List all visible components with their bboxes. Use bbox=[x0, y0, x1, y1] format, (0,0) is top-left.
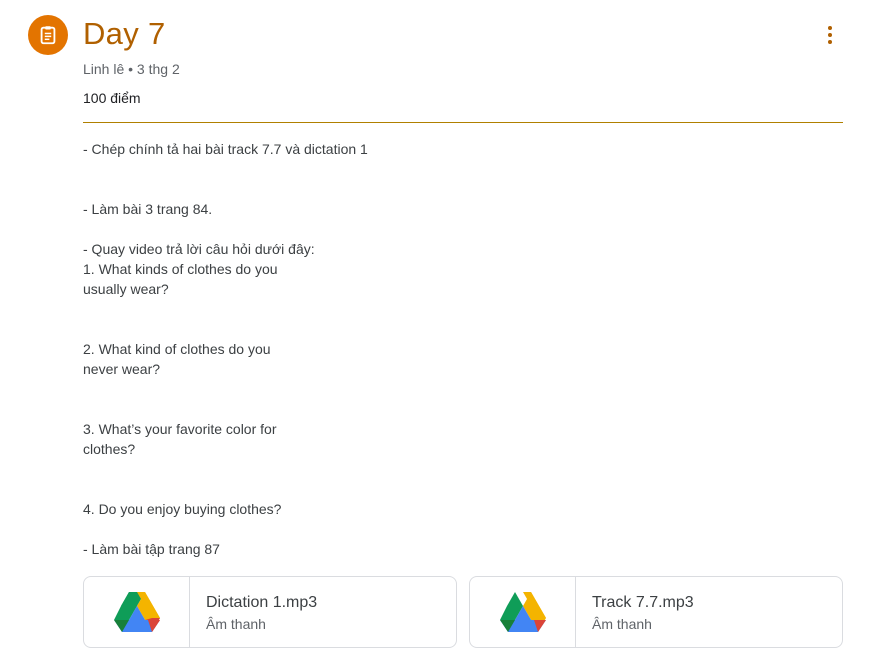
instruction-line: 3. What’s your favorite color for bbox=[83, 421, 277, 437]
instruction-line: 1. What kinds of clothes do you bbox=[83, 261, 278, 277]
more-vert-icon-dot bbox=[828, 33, 832, 37]
more-options-button[interactable] bbox=[818, 22, 842, 48]
attachment-track[interactable]: Track 7.7.mp3 Âm thanh bbox=[469, 576, 843, 648]
more-vert-icon bbox=[828, 26, 832, 30]
instruction-line: usually wear? bbox=[83, 281, 169, 297]
instruction-line bbox=[83, 179, 683, 199]
attachment-thumbnail bbox=[470, 577, 576, 647]
instruction-line bbox=[83, 219, 683, 239]
instruction-line: 2. What kind of clothes do you bbox=[83, 341, 271, 357]
instruction-line bbox=[83, 299, 683, 319]
assignment-meta: Linh lê • 3 thg 2 bbox=[83, 61, 180, 77]
assignment-instructions: - Chép chính tả hai bài track 7.7 và dic… bbox=[83, 139, 683, 559]
instruction-line bbox=[83, 459, 683, 479]
instruction-line: - Quay video trả lời câu hỏi dưới đây: bbox=[83, 241, 315, 257]
instruction-line bbox=[83, 519, 683, 539]
assignment-page: Day 7 Linh lê • 3 thg 2 100 điểm - Chép … bbox=[0, 0, 872, 662]
google-drive-icon bbox=[499, 592, 546, 632]
attachment-name: Track 7.7.mp3 bbox=[592, 594, 694, 611]
attachment-type: Âm thanh bbox=[592, 616, 652, 632]
instruction-line: - Làm bài tập trang 87 bbox=[83, 541, 220, 557]
instruction-line bbox=[83, 479, 683, 499]
assignment-title: Day 7 bbox=[83, 16, 166, 51]
instruction-line bbox=[83, 159, 683, 179]
more-vert-icon-dot bbox=[828, 40, 832, 44]
instruction-line bbox=[83, 379, 683, 399]
header-divider bbox=[83, 122, 843, 123]
assignment-points: 100 điểm bbox=[83, 90, 141, 106]
instruction-line bbox=[83, 399, 683, 419]
instruction-line: clothes? bbox=[83, 441, 136, 457]
attachment-dictation[interactable]: Dictation 1.mp3 Âm thanh bbox=[83, 576, 457, 648]
instruction-line: 4. Do you enjoy buying clothes? bbox=[83, 501, 282, 517]
attachment-name: Dictation 1.mp3 bbox=[206, 594, 318, 611]
assignment-icon bbox=[28, 15, 68, 55]
google-drive-icon bbox=[113, 592, 160, 632]
attachment-info: Dictation 1.mp3 Âm thanh bbox=[190, 577, 317, 647]
instruction-line: - Làm bài 3 trang 84. bbox=[83, 201, 213, 217]
attachment-info: Track 7.7.mp3 Âm thanh bbox=[576, 577, 694, 647]
instruction-line: never wear? bbox=[83, 361, 161, 377]
attachment-type: Âm thanh bbox=[206, 616, 266, 632]
instruction-line bbox=[83, 319, 683, 339]
instruction-line: - Chép chính tả hai bài track 7.7 và dic… bbox=[83, 141, 368, 157]
attachment-thumbnail bbox=[84, 577, 190, 647]
